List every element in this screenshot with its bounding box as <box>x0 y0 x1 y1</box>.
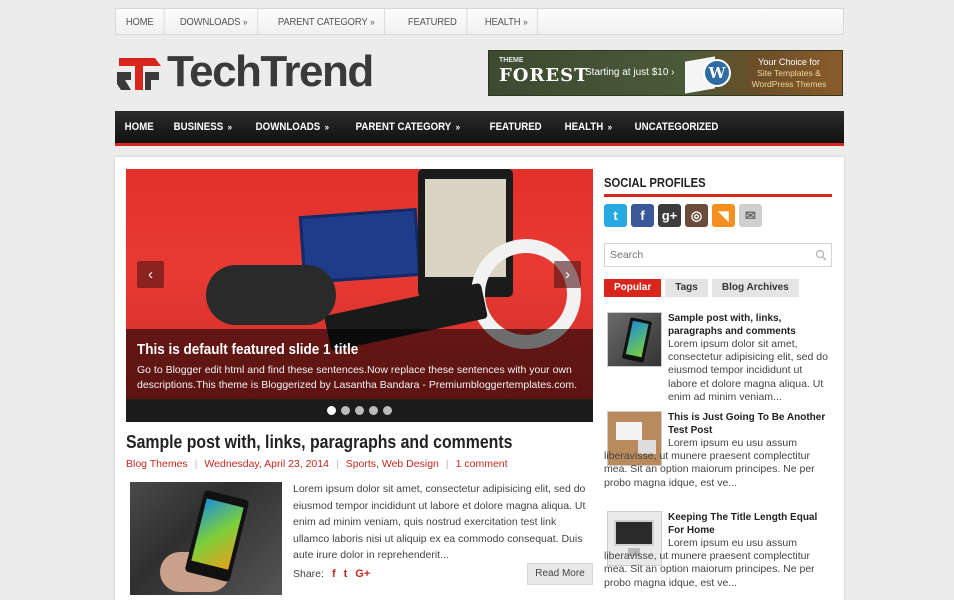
banner-tagline: Your Choice for Site Templates & WordPre… <box>751 57 827 89</box>
rss-icon[interactable]: ◥ <box>712 204 735 227</box>
featured-slider[interactable]: ‹ › This is default featured slide 1 tit… <box>126 169 593 422</box>
main-nav-item-health[interactable]: HEALTH» <box>555 121 622 133</box>
google-plus-icon[interactable]: g+ <box>658 204 681 227</box>
popular-post-title[interactable]: Keeping The Title Length Equal For Home <box>668 511 832 537</box>
main-nav-item-parent-category[interactable]: PARENT CATEGORY » <box>346 121 470 133</box>
slider-dot[interactable] <box>369 406 378 415</box>
post-excerpt: Lorem ipsum dolor sit amet, consectetur … <box>293 483 586 561</box>
slide-band-image <box>206 265 336 325</box>
banner-brand: FOREST <box>499 65 589 86</box>
top-nav-item-home[interactable]: HOME <box>116 9 165 34</box>
site-title: TechTrend <box>167 47 374 96</box>
submenu-arrow-icon: » <box>523 16 528 27</box>
slider-prev-button[interactable]: ‹ <box>137 261 164 288</box>
tab-popular[interactable]: Popular <box>604 279 662 297</box>
slide-title[interactable]: This is default featured slide 1 title <box>137 341 358 358</box>
share-label: Share: <box>293 568 324 580</box>
main-nav-item-featured[interactable]: FEATURED <box>480 121 551 133</box>
facebook-icon[interactable]: f <box>631 204 654 227</box>
slider-dot[interactable] <box>341 406 350 415</box>
slider-dot[interactable] <box>327 406 336 415</box>
main-nav-item-business[interactable]: BUSINESS» <box>164 121 242 133</box>
slide-description: Go to Blogger edit html and find these s… <box>137 364 578 391</box>
post-category[interactable]: Blog Themes <box>126 458 188 470</box>
submenu-arrow-icon: » <box>455 122 460 132</box>
submenu-arrow-icon: » <box>369 16 375 27</box>
slider-dot[interactable] <box>355 406 364 415</box>
submenu-arrow-icon: » <box>227 122 232 132</box>
popular-post-excerpt: Lorem ipsum dolor sit amet, consectetur … <box>668 338 828 403</box>
popular-post-title[interactable]: This is Just Going To Be Another Test Po… <box>668 411 832 437</box>
top-nav-item-parent-category[interactable]: PARENT CATEGORY» <box>268 9 385 34</box>
tab-tags[interactable]: Tags <box>665 279 708 297</box>
submenu-arrow-icon: » <box>324 122 330 132</box>
submenu-arrow-icon: » <box>607 122 613 132</box>
post-thumbnail[interactable] <box>130 482 282 595</box>
main-nav-item-label: FEATURED <box>489 121 542 133</box>
slider-dot[interactable] <box>383 406 392 415</box>
social-profiles-title: SOCIAL PROFILES <box>604 176 706 190</box>
main-nav-item-label: DOWNLOADS <box>255 121 321 133</box>
main-nav-item-label: PARENT CATEGORY <box>355 121 451 133</box>
popular-post-title[interactable]: Sample post with, links, paragraphs and … <box>668 312 832 338</box>
top-nav-item-featured[interactable]: FEATURED <box>398 9 468 34</box>
tab-blog-archives[interactable]: Blog Archives <box>711 279 799 297</box>
themeforest-banner[interactable]: THEME FOREST Starting at just $10 › W Yo… <box>488 50 843 96</box>
top-nav-item-label: HOME <box>125 15 154 28</box>
email-icon[interactable]: ✉ <box>739 204 762 227</box>
popular-post: Sample post with, links, paragraphs and … <box>604 312 832 403</box>
slider-next-button[interactable]: › <box>554 261 581 288</box>
post-comments[interactable]: 1 comment <box>456 458 508 470</box>
techtrend-logo-icon <box>117 58 161 90</box>
main-nav-item-uncategorized[interactable]: UNCATEGORIZED <box>625 121 728 133</box>
main-nav-item-downloads[interactable]: DOWNLOADS» <box>246 121 339 133</box>
main-nav-item-label: UNCATEGORIZED <box>634 121 719 133</box>
top-nav-item-label: DOWNLOADS <box>179 15 241 28</box>
top-nav-item-label: HEALTH <box>484 15 521 28</box>
search-box <box>604 243 832 267</box>
wordpress-icon: W <box>703 59 731 87</box>
site-logo[interactable]: TechTrend <box>115 47 374 97</box>
banner-small-text: THEME <box>499 57 524 64</box>
search-input[interactable] <box>605 244 805 266</box>
banner-price: Starting at just $10 › <box>585 67 675 78</box>
popular-post: Keeping The Title Length Equal For Home … <box>604 511 832 600</box>
search-icon[interactable] <box>815 249 827 261</box>
slide-caption: This is default featured slide 1 title G… <box>126 329 593 399</box>
sidebar-tabs: Popular Tags Blog Archives <box>604 279 799 297</box>
top-nav: HOME DOWNLOADS» PARENT CATEGORY» FEATURED HE… <box>115 8 844 35</box>
main-nav-item-label: HEALTH <box>564 121 604 133</box>
post-meta: Blog Themes | Wednesday, April 23, 2014 … <box>126 458 508 470</box>
social-icons: t f g+ ◎ ◥ ✉ <box>604 204 762 227</box>
submenu-arrow-icon: » <box>242 16 248 27</box>
main-nav-item-label: HOME <box>124 121 154 133</box>
popular-post: This is Just Going To Be Another Test Po… <box>604 411 832 503</box>
share-facebook-icon[interactable]: f <box>332 568 336 580</box>
top-nav-item-health[interactable]: HEALTH» <box>475 9 539 34</box>
read-more-button[interactable]: Read More <box>527 563 593 585</box>
title-underline <box>604 194 832 197</box>
popular-post-excerpt: Lorem ipsum eu usu assum liberavisse, ut… <box>604 537 815 589</box>
twitter-icon[interactable]: t <box>604 204 627 227</box>
instagram-icon[interactable]: ◎ <box>685 204 708 227</box>
post-labels[interactable]: Sports, Web Design <box>346 458 439 470</box>
post-title[interactable]: Sample post with, links, paragraphs and … <box>126 432 512 453</box>
top-nav-item-label: PARENT CATEGORY <box>277 15 368 28</box>
main-nav-item-label: BUSINESS <box>173 121 224 133</box>
main-nav: HOME BUSINESS» DOWNLOADS» PARENT CATEGORY» F… <box>115 111 844 146</box>
slider-pagination <box>126 399 593 422</box>
share-twitter-icon[interactable]: t <box>344 568 348 580</box>
post-date[interactable]: Wednesday, April 23, 2014 <box>204 458 329 470</box>
top-nav-item-downloads[interactable]: DOWNLOADS» <box>170 9 258 34</box>
share-bar: Share: f t G+ <box>293 568 370 580</box>
top-nav-item-label: FEATURED <box>407 15 457 28</box>
main-nav-item-home[interactable]: HOME <box>115 121 163 133</box>
share-google-plus-icon[interactable]: G+ <box>355 568 370 580</box>
popular-post-excerpt: Lorem ipsum eu usu assum liberavisse, ut… <box>604 437 815 489</box>
